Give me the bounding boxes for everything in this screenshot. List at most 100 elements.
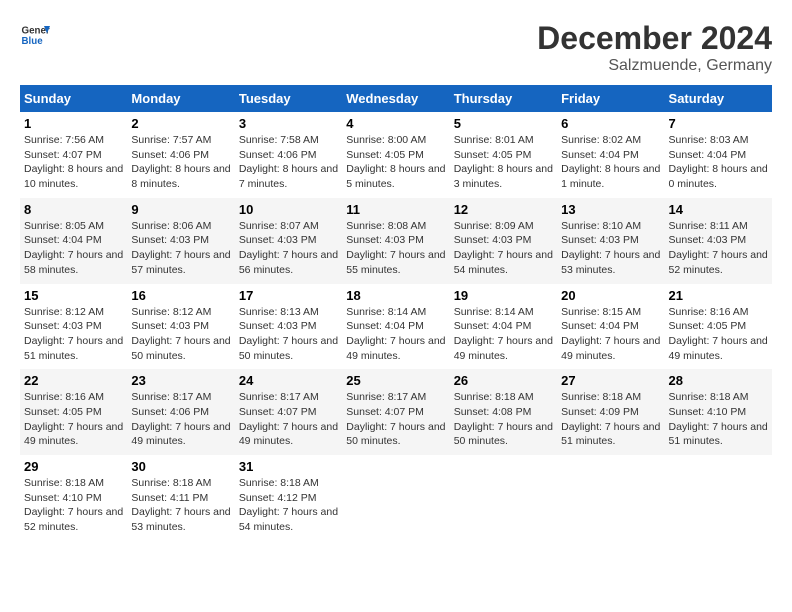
day-info: Sunrise: 8:18 AMSunset: 4:12 PMDaylight:… <box>239 476 338 535</box>
day-cell: 8 Sunrise: 8:05 AMSunset: 4:04 PMDaylight… <box>20 198 127 284</box>
day-number: 30 <box>131 459 230 474</box>
day-cell: 15Sunrise: 8:12 AMSunset: 4:03 PMDayligh… <box>20 284 127 370</box>
day-cell: 20 Sunrise: 8:15 AMSunset: 4:04 PMDayligh… <box>557 284 664 370</box>
week-row-5: 29 Sunrise: 8:18 AMSunset: 4:10 PMDayligh… <box>20 455 772 541</box>
day-cell: 17Sunrise: 8:13 AMSunset: 4:03 PMDayligh… <box>235 284 342 370</box>
day-info: Sunrise: 8:12 AMSunset: 4:03 PMDaylight:… <box>24 305 123 364</box>
day-cell: 14 Sunrise: 8:11 AMSunset: 4:03 PMDayligh… <box>665 198 772 284</box>
day-info: Sunrise: 8:18 AMSunset: 4:11 PMDaylight:… <box>131 476 230 535</box>
day-info: Sunrise: 8:05 AMSunset: 4:04 PMDaylight:… <box>24 219 123 278</box>
day-cell: 4Sunrise: 8:00 AMSunset: 4:05 PMDaylight… <box>342 112 449 198</box>
day-info: Sunrise: 8:14 AMSunset: 4:04 PMDaylight:… <box>346 305 445 364</box>
location: Salzmuende, Germany <box>537 57 772 75</box>
day-number: 11 <box>346 202 445 217</box>
day-number: 19 <box>454 288 553 303</box>
day-cell: 6 Sunrise: 8:02 AMSunset: 4:04 PMDaylight… <box>557 112 664 198</box>
col-header-friday: Friday <box>557 85 664 112</box>
day-cell: 31 Sunrise: 8:18 AMSunset: 4:12 PMDayligh… <box>235 455 342 541</box>
day-cell: 27Sunrise: 8:18 AMSunset: 4:09 PMDayligh… <box>557 369 664 455</box>
day-number: 3 <box>239 116 338 131</box>
day-cell <box>557 455 664 541</box>
calendar-table: SundayMondayTuesdayWednesdayThursdayFrid… <box>20 85 772 541</box>
col-header-sunday: Sunday <box>20 85 127 112</box>
day-number: 4 <box>346 116 445 131</box>
day-cell <box>665 455 772 541</box>
day-number: 31 <box>239 459 338 474</box>
day-info: Sunrise: 8:01 AMSunset: 4:05 PMDaylight:… <box>454 133 553 192</box>
day-cell: 25 Sunrise: 8:17 AMSunset: 4:07 PMDayligh… <box>342 369 449 455</box>
svg-text:Blue: Blue <box>22 36 44 47</box>
col-header-tuesday: Tuesday <box>235 85 342 112</box>
day-number: 14 <box>669 202 768 217</box>
day-info: Sunrise: 8:09 AMSunset: 4:03 PMDaylight:… <box>454 219 553 278</box>
day-number: 28 <box>669 373 768 388</box>
title-section: December 2024 Salzmuende, Germany <box>537 20 772 75</box>
col-header-saturday: Saturday <box>665 85 772 112</box>
col-header-wednesday: Wednesday <box>342 85 449 112</box>
week-row-1: 1 Sunrise: 7:56 AMSunset: 4:07 PMDaylight… <box>20 112 772 198</box>
day-info: Sunrise: 8:18 AMSunset: 4:08 PMDaylight:… <box>454 390 553 449</box>
day-number: 7 <box>669 116 768 131</box>
day-number: 18 <box>346 288 445 303</box>
col-header-monday: Monday <box>127 85 234 112</box>
header-row: SundayMondayTuesdayWednesdayThursdayFrid… <box>20 85 772 112</box>
day-number: 29 <box>24 459 123 474</box>
day-cell: 30 Sunrise: 8:18 AMSunset: 4:11 PMDayligh… <box>127 455 234 541</box>
day-cell: 7 Sunrise: 8:03 AMSunset: 4:04 PMDaylight… <box>665 112 772 198</box>
day-info: Sunrise: 8:12 AMSunset: 4:03 PMDaylight:… <box>131 305 230 364</box>
day-cell: 16 Sunrise: 8:12 AMSunset: 4:03 PMDayligh… <box>127 284 234 370</box>
day-number: 6 <box>561 116 660 131</box>
day-cell: 12 Sunrise: 8:09 AMSunset: 4:03 PMDayligh… <box>450 198 557 284</box>
day-number: 25 <box>346 373 445 388</box>
day-cell: 24 Sunrise: 8:17 AMSunset: 4:07 PMDayligh… <box>235 369 342 455</box>
day-info: Sunrise: 8:18 AMSunset: 4:10 PMDaylight:… <box>669 390 768 449</box>
day-info: Sunrise: 8:11 AMSunset: 4:03 PMDaylight:… <box>669 219 768 278</box>
day-info: Sunrise: 8:18 AMSunset: 4:10 PMDaylight:… <box>24 476 123 535</box>
page-header: General Blue December 2024 Salzmuende, G… <box>20 20 772 75</box>
day-cell: 23Sunrise: 8:17 AMSunset: 4:06 PMDayligh… <box>127 369 234 455</box>
day-cell: 3 Sunrise: 7:58 AMSunset: 4:06 PMDaylight… <box>235 112 342 198</box>
day-cell: 11Sunrise: 8:08 AMSunset: 4:03 PMDayligh… <box>342 198 449 284</box>
day-number: 9 <box>131 202 230 217</box>
day-number: 16 <box>131 288 230 303</box>
day-number: 17 <box>239 288 338 303</box>
day-number: 26 <box>454 373 553 388</box>
day-info: Sunrise: 8:17 AMSunset: 4:07 PMDaylight:… <box>346 390 445 449</box>
day-cell: 26 Sunrise: 8:18 AMSunset: 4:08 PMDayligh… <box>450 369 557 455</box>
week-row-3: 15Sunrise: 8:12 AMSunset: 4:03 PMDayligh… <box>20 284 772 370</box>
col-header-thursday: Thursday <box>450 85 557 112</box>
week-row-4: 22 Sunrise: 8:16 AMSunset: 4:05 PMDayligh… <box>20 369 772 455</box>
day-info: Sunrise: 8:14 AMSunset: 4:04 PMDaylight:… <box>454 305 553 364</box>
day-cell: 13 Sunrise: 8:10 AMSunset: 4:03 PMDayligh… <box>557 198 664 284</box>
day-number: 24 <box>239 373 338 388</box>
day-number: 21 <box>669 288 768 303</box>
day-cell: 21 Sunrise: 8:16 AMSunset: 4:05 PMDayligh… <box>665 284 772 370</box>
day-info: Sunrise: 8:16 AMSunset: 4:05 PMDaylight:… <box>669 305 768 364</box>
day-cell: 5Sunrise: 8:01 AMSunset: 4:05 PMDaylight… <box>450 112 557 198</box>
day-cell: 10Sunrise: 8:07 AMSunset: 4:03 PMDayligh… <box>235 198 342 284</box>
day-info: Sunrise: 7:58 AMSunset: 4:06 PMDaylight:… <box>239 133 338 192</box>
day-number: 1 <box>24 116 123 131</box>
day-cell: 18 Sunrise: 8:14 AMSunset: 4:04 PMDayligh… <box>342 284 449 370</box>
day-cell: 1 Sunrise: 7:56 AMSunset: 4:07 PMDaylight… <box>20 112 127 198</box>
day-info: Sunrise: 8:03 AMSunset: 4:04 PMDaylight:… <box>669 133 768 192</box>
day-number: 8 <box>24 202 123 217</box>
day-info: Sunrise: 7:56 AMSunset: 4:07 PMDaylight:… <box>24 133 123 192</box>
month-title: December 2024 <box>537 20 772 57</box>
day-number: 22 <box>24 373 123 388</box>
day-cell: 9 Sunrise: 8:06 AMSunset: 4:03 PMDaylight… <box>127 198 234 284</box>
day-cell: 2Sunrise: 7:57 AMSunset: 4:06 PMDaylight… <box>127 112 234 198</box>
day-info: Sunrise: 8:15 AMSunset: 4:04 PMDaylight:… <box>561 305 660 364</box>
day-number: 13 <box>561 202 660 217</box>
week-row-2: 8 Sunrise: 8:05 AMSunset: 4:04 PMDaylight… <box>20 198 772 284</box>
day-info: Sunrise: 8:10 AMSunset: 4:03 PMDaylight:… <box>561 219 660 278</box>
day-number: 20 <box>561 288 660 303</box>
day-number: 12 <box>454 202 553 217</box>
day-info: Sunrise: 8:07 AMSunset: 4:03 PMDaylight:… <box>239 219 338 278</box>
day-info: Sunrise: 8:02 AMSunset: 4:04 PMDaylight:… <box>561 133 660 192</box>
day-number: 2 <box>131 116 230 131</box>
day-cell <box>342 455 449 541</box>
day-info: Sunrise: 8:16 AMSunset: 4:05 PMDaylight:… <box>24 390 123 449</box>
day-info: Sunrise: 8:17 AMSunset: 4:07 PMDaylight:… <box>239 390 338 449</box>
day-info: Sunrise: 8:06 AMSunset: 4:03 PMDaylight:… <box>131 219 230 278</box>
